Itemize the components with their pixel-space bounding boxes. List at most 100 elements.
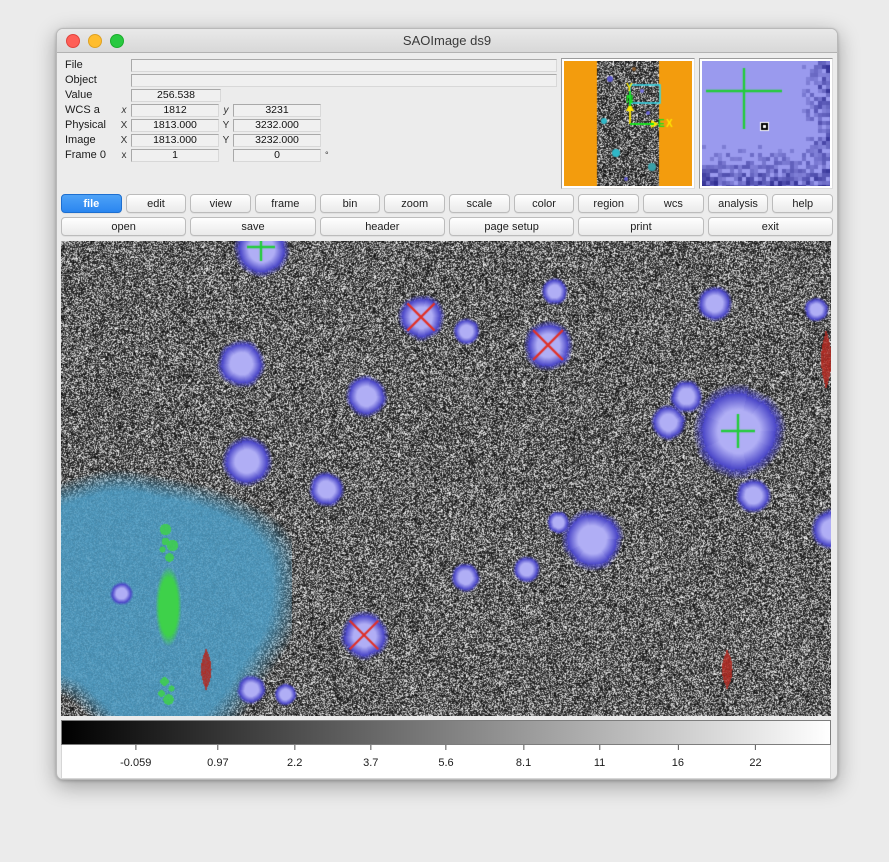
info-value-image-x: 1813.000 [131,134,219,147]
info-value-wcs-x: 1812 [131,104,219,117]
submenu-button-page-setup[interactable]: page setup [449,217,574,236]
submenu-button-exit[interactable]: exit [708,217,833,236]
menu-button-zoom[interactable]: zoom [384,194,445,213]
info-value-wcs-y: 3231 [233,104,321,117]
fits-image-canvas[interactable] [61,241,831,716]
ds9-window: SAOImage ds9 File Object Value 25 [56,28,838,780]
colorbar-tick: 2.2 [287,745,302,771]
colorbar-tick-mark [370,745,371,750]
info-row-object: Object [61,73,557,87]
colorbar-tick-label: 5.6 [438,757,453,769]
submenu-button-open[interactable]: open [61,217,186,236]
menu-button-edit[interactable]: edit [126,194,187,213]
menu-button-region[interactable]: region [578,194,639,213]
colorbar-tick: 11 [594,745,605,771]
colorbar-tick-mark [755,745,756,750]
colorbar-tick-label: 3.7 [363,757,378,769]
info-axis-image-x: X [117,135,131,146]
degree-symbol: ° [321,150,329,160]
menu-button-scale[interactable]: scale [449,194,510,213]
colorbar-tick: 5.6 [438,745,453,771]
info-axis-wcs-x: x [117,105,131,116]
colorbar-tick-mark [677,745,678,750]
info-row-frame: Frame 0 x 1 0 ° [61,148,557,162]
menu-button-view[interactable]: view [190,194,251,213]
colorbar-gradient[interactable] [61,720,831,745]
menu-button-analysis[interactable]: analysis [708,194,769,213]
info-axis-frame-x: x [117,150,131,161]
panner-canvas-holder[interactable] [564,61,692,186]
info-axis-wcs-y: y [219,105,233,116]
submenu-button-save[interactable]: save [190,217,315,236]
colorbar-tick: -0.059 [120,745,151,771]
panner-canvas[interactable] [564,61,692,186]
info-label-frame: Frame 0 [61,149,117,161]
info-value-physical-y: 3232.000 [233,119,321,132]
submenu-button-header[interactable]: header [320,217,445,236]
colorbar-tick-mark [445,745,446,750]
menu-button-wcs[interactable]: wcs [643,194,704,213]
colorbar-tick-label: 16 [672,757,684,769]
info-value-object [131,74,557,87]
colorbar-tick-mark [523,745,524,750]
info-label-image: Image [61,134,117,146]
submenu-button-print[interactable]: print [578,217,703,236]
top-panel-area: File Object Value 256.538 WCS a x [57,53,837,192]
menu-button-bin[interactable]: bin [320,194,381,213]
magnifier-canvas-holder [702,61,830,186]
colorbar-tick-label: 22 [749,757,761,769]
info-value-frame-zoom: 1 [131,149,219,162]
info-row-image: Image X 1813.000 Y 3232.000 [61,133,557,147]
info-value-frame-rotation: 0 [233,149,321,162]
magnifier-panel [699,58,833,189]
info-label-wcs: WCS a [61,104,117,116]
image-display-area[interactable] [61,241,831,716]
colorbar-area: -0.059 0.97 2.2 3.7 5.6 8.1 11 16 22 [61,720,831,779]
info-axis-physical-y: Y [219,120,233,131]
colorbar-tick-labels: -0.059 0.97 2.2 3.7 5.6 8.1 11 16 22 [61,745,831,779]
info-axis-image-y: Y [219,135,233,146]
info-row-physical: Physical X 1813.000 Y 3232.000 [61,118,557,132]
colorbar-tick-mark [294,745,295,750]
panner-panel[interactable] [561,58,695,189]
info-label-physical: Physical [61,119,117,131]
file-submenu-bar[interactable]: opensave headerpage setupprint exit [57,215,837,238]
info-axis-physical-x: X [117,120,131,131]
colorbar-tick: 3.7 [363,745,378,771]
colorbar-tick: 8.1 [516,745,531,771]
colorbar-tick-mark [599,745,600,750]
info-row-wcs: WCS a x 1812 y 3231 [61,103,557,117]
menu-button-help[interactable]: help [772,194,833,213]
info-label-value: Value [61,89,117,101]
colorbar-tick-label: 0.97 [207,757,228,769]
menu-button-file[interactable]: file [61,194,122,213]
zoom-button[interactable] [110,34,124,48]
window-title: SAOImage ds9 [57,33,837,48]
info-value-pixel: 256.538 [131,89,221,102]
colorbar-tick-label: -0.059 [120,757,151,769]
menu-button-frame[interactable]: frame [255,194,316,213]
colorbar-tick: 22 [749,745,761,771]
info-row-file: File [61,58,557,72]
magnifier-canvas [702,61,830,186]
window-controls[interactable] [66,34,124,48]
info-value-image-y: 3232.000 [233,134,321,147]
close-button[interactable] [66,34,80,48]
colorbar-tick-label: 2.2 [287,757,302,769]
info-panel: File Object Value 256.538 WCS a x [61,58,557,189]
menu-button-color[interactable]: color [514,194,575,213]
info-label-object: Object [61,74,117,86]
info-label-file: File [61,59,117,71]
colorbar-tick-label: 8.1 [516,757,531,769]
info-value-physical-x: 1813.000 [131,119,219,132]
info-value-file [131,59,557,72]
colorbar-tick-mark [217,745,218,750]
main-menu-bar[interactable]: fileeditviewframebinzoomscalecolorregion… [57,192,837,215]
colorbar-tick: 16 [672,745,684,771]
window-titlebar[interactable]: SAOImage ds9 [57,29,837,53]
colorbar-tick: 0.97 [207,745,228,771]
info-row-value: Value 256.538 [61,88,557,102]
colorbar-tick-mark [135,745,136,750]
desktop-background: SAOImage ds9 File Object Value 25 [0,0,889,862]
minimize-button[interactable] [88,34,102,48]
